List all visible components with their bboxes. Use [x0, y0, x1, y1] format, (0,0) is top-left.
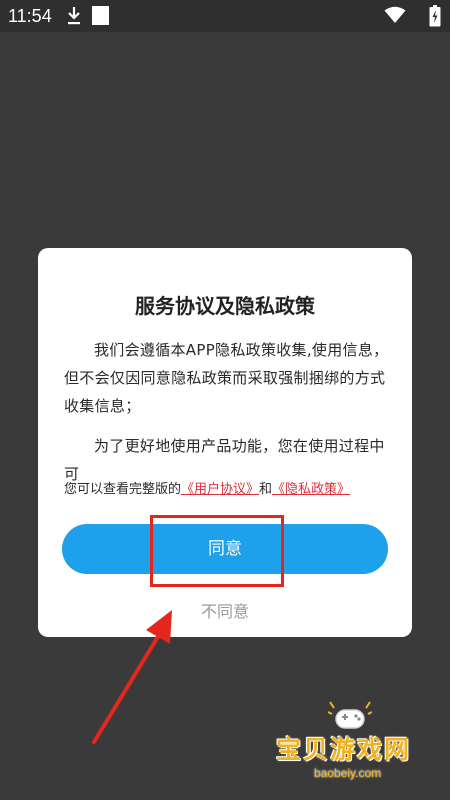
- download-icon: [68, 7, 80, 25]
- policy-links-line: 您可以查看完整版的《用户协议》和《隐私政策》: [64, 480, 404, 500]
- battery-icon: [429, 5, 441, 27]
- status-time: 11:54: [8, 6, 52, 26]
- watermark-url: baobeiy.com: [314, 766, 382, 780]
- links-and: 和: [259, 482, 273, 497]
- dialog-title: 服务协议及隐私政策: [135, 294, 315, 318]
- status-bar: 11:54: [0, 0, 450, 32]
- dialog-paragraph-1: 我们会遵循本APP隐私政策收集,使用信息，但不会仅因同意隐私政策而采取强制捆绑的…: [64, 341, 389, 415]
- annotation-highlight-box: [150, 515, 284, 587]
- notification-square-icon: [92, 6, 109, 25]
- annotation-arrow-icon: [92, 610, 172, 744]
- watermark: 宝贝游戏网 baobeiy.com: [268, 700, 438, 790]
- dialog-body: 我们会遵循本APP隐私政策收集,使用信息，但不会仅因同意隐私政策而采取强制捆绑的…: [64, 336, 390, 488]
- wifi-icon: [384, 6, 406, 23]
- gamepad-icon: [328, 701, 372, 729]
- links-prefix: 您可以查看完整版的: [64, 482, 182, 497]
- screen: 11:54 服务协议及隐私政策 我们会遵循本APP隐私政策收集,使用信息，但不会…: [0, 0, 450, 800]
- user-agreement-link[interactable]: 《用户协议》: [181, 482, 259, 497]
- watermark-name: 宝贝游戏网: [276, 735, 412, 764]
- privacy-policy-link[interactable]: 《隐私政策》: [272, 482, 350, 497]
